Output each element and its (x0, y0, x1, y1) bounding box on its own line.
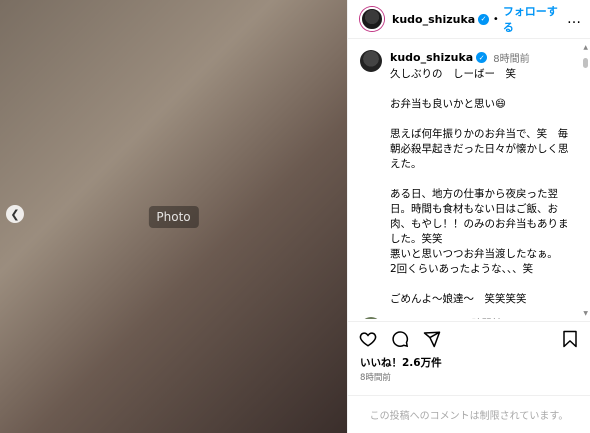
comment-time[interactable]: 7時間前 (465, 317, 501, 319)
bookmark-icon[interactable] (560, 329, 580, 349)
post-timestamp[interactable]: 8時間前 (360, 371, 391, 383)
separator-dot: • (492, 13, 499, 25)
caption-line: 2回くらいあったような、、、笑 (390, 263, 534, 275)
carousel-prev-button[interactable]: ❮ (6, 205, 24, 223)
post-actions (348, 321, 590, 355)
post-header: kudo_shizuka ✓ • フォローする … (348, 0, 590, 39)
share-icon[interactable] (422, 329, 442, 349)
scroll-up-arrow[interactable]: ▲ (583, 44, 588, 51)
caption-line: お弁当も良いかと思い😄 (390, 98, 506, 110)
caption-line (390, 172, 570, 187)
comment-bar: この投稿へのコメントは制限されています。 (348, 395, 590, 433)
caption-line: 久しぶりの しーばー 笑 (390, 68, 516, 80)
heart-icon[interactable] (358, 329, 378, 349)
caption-text: 久しぶりの しーばー 笑お弁当も良いかと思い😄 思えば何年振りかのお弁当で、笑 毎… (390, 67, 570, 307)
caption-time[interactable]: 8時間前 (493, 50, 529, 65)
like-count[interactable]: いいね！2.6万件 (360, 355, 442, 370)
author-avatar[interactable] (360, 7, 384, 31)
caption-line: ごめんよ〜娘達〜 笑笑笑笑 (390, 293, 527, 305)
caption-avatar[interactable] (360, 50, 382, 72)
caption-author[interactable]: kudo_shizuka (390, 51, 473, 64)
comment-list: happyrinco7時間前しーちゃん本当に素敵過ぎるよ。忙 (360, 317, 578, 319)
photo-placeholder-label: Photo (148, 205, 199, 228)
post-photo[interactable]: Photo ❮ (0, 0, 347, 433)
comment-item: happyrinco7時間前しーちゃん本当に素敵過ぎるよ。忙 (360, 317, 578, 319)
scroll-down-arrow[interactable]: ▼ (583, 310, 588, 317)
caption-scroll-area[interactable]: kudo_shizuka ✓ 8時間前 久しぶりの しーばー 笑お弁当も良いかと… (348, 40, 590, 319)
caption-line (390, 82, 570, 97)
author-username[interactable]: kudo_shizuka (392, 13, 475, 26)
chevron-left-icon: ❮ (10, 207, 20, 221)
more-options-icon[interactable]: … (567, 11, 582, 27)
comment-icon[interactable] (390, 329, 410, 349)
caption-line (390, 277, 570, 292)
post-side-panel: kudo_shizuka ✓ • フォローする … kudo_shizuka ✓… (347, 0, 590, 433)
commenter-username[interactable]: happyrinco (390, 317, 459, 319)
caption: kudo_shizuka ✓ 8時間前 久しぶりの しーばー 笑お弁当も良いかと… (360, 50, 578, 307)
caption-line: ある日、地方の仕事から夜戻った翌日。時間も食材もない日はご飯、お肉、もやし！！の… (390, 188, 569, 245)
caption-line: 思えば何年振りかのお弁当で、笑 毎朝必殺早起きだった日々が懐かしく思えた。 (390, 128, 569, 170)
caption-line: 悪いと思いつつお弁当渡したなぁ。 (390, 248, 558, 260)
comments-restricted-notice: この投稿へのコメントは制限されています。 (369, 411, 569, 422)
verified-badge-icon: ✓ (478, 13, 489, 25)
scrollbar-thumb[interactable] (583, 58, 588, 68)
commenter-avatar[interactable] (360, 317, 382, 319)
verified-badge-icon: ✓ (476, 52, 488, 63)
caption-line (390, 112, 570, 127)
follow-button[interactable]: フォローする (503, 3, 567, 35)
